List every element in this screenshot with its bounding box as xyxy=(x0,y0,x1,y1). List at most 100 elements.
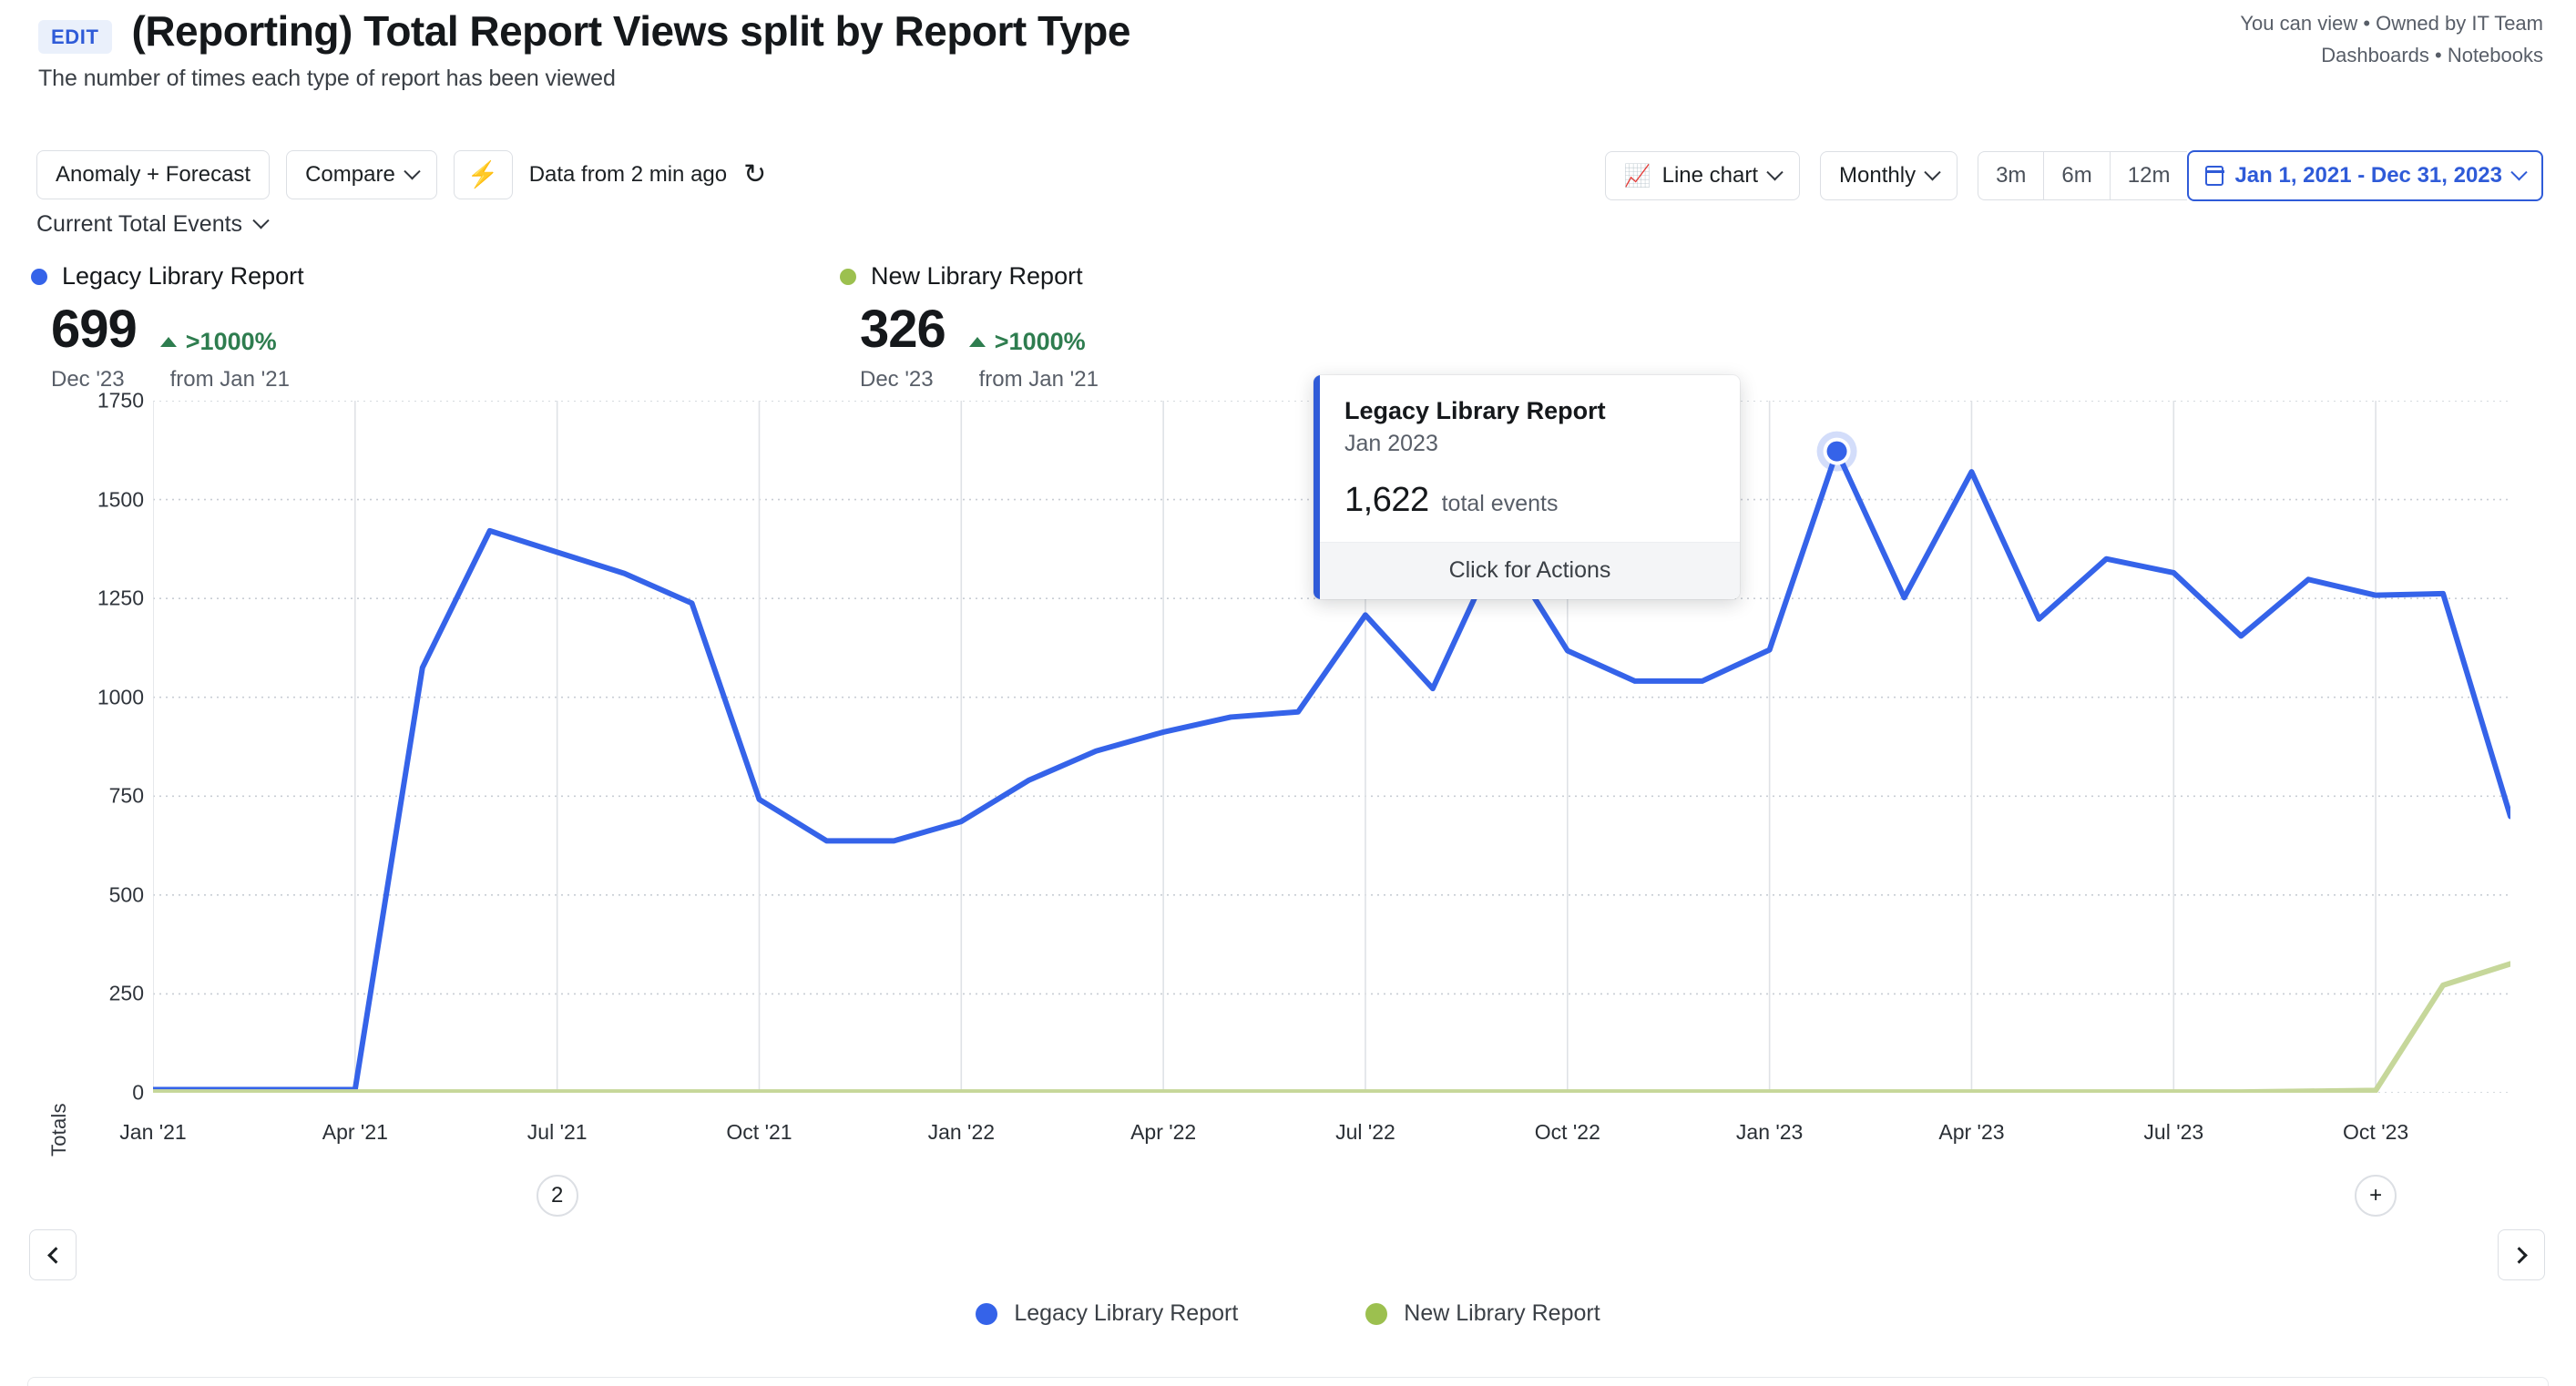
summary-stat-card: Legacy Library Report 699 >1000% Dec '23… xyxy=(31,262,304,392)
summary-stat-value-row: 326 >1000% xyxy=(860,303,1099,356)
data-freshness-text: Data from 2 min ago xyxy=(528,162,728,187)
x-axis-tick-label: Oct '22 xyxy=(1534,1120,1600,1144)
stat-value: 326 xyxy=(860,300,946,359)
summary-stat-value-row: 699 >1000% xyxy=(51,303,304,356)
lightning-bolt-button[interactable]: ⚡ xyxy=(453,150,513,199)
bottom-panel-edge xyxy=(27,1377,2549,1386)
chevron-down-icon xyxy=(2510,163,2528,180)
x-axis-tick-label: Jan '23 xyxy=(1735,1120,1804,1144)
triangle-up-icon xyxy=(968,337,986,347)
x-axis-tick-label: Jul '23 xyxy=(2143,1120,2204,1144)
x-axis-tick-label: Apr '23 xyxy=(1938,1120,2005,1144)
tooltip-value-row: 1,622 total events xyxy=(1344,481,1712,520)
summary-stat-header: Legacy Library Report xyxy=(31,262,304,290)
toolbar-left-group: Anomaly + Forecast Compare ⚡ Data from 2… xyxy=(36,150,766,199)
x-axis-tick-label: Apr '21 xyxy=(322,1120,388,1144)
breadcrumb: Dashboards • Notebooks xyxy=(2321,44,2543,67)
x-axis-ticks: Jan '21 Apr '21 Jul '21 Oct '21 Jan '22 Apr '… xyxy=(0,1120,2576,1157)
line-chart-icon: 📈 xyxy=(1623,163,1651,189)
x-axis-tick-label: Oct '21 xyxy=(726,1120,792,1144)
chart-tooltip[interactable]: Legacy Library Report Jan 2023 1,622 tot… xyxy=(1314,375,1740,599)
tooltip-value: 1,622 xyxy=(1344,481,1429,519)
summary-stat-subtext: Dec '23 from Jan '21 xyxy=(860,367,1099,392)
legend-label: New Library Report xyxy=(1404,1300,1600,1326)
chevron-down-icon xyxy=(1766,163,1784,180)
date-range-label: Jan 1, 2021 - Dec 31, 2023 xyxy=(2234,163,2502,188)
stat-value: 699 xyxy=(51,300,138,359)
anomaly-forecast-label: Anomaly + Forecast xyxy=(56,162,251,187)
range-12m-button[interactable]: 12m xyxy=(2109,151,2188,200)
bolt-icon: ⚡ xyxy=(466,160,499,189)
metric-selector-label: Current Total Events xyxy=(36,211,243,237)
legend-item[interactable]: New Library Report xyxy=(1365,1300,1600,1327)
tooltip-series-name: Legacy Library Report xyxy=(1344,397,1606,424)
stat-delta-from: from Jan '21 xyxy=(978,367,1099,392)
stat-period: Dec '23 xyxy=(860,367,934,392)
chart-type-label: Line chart xyxy=(1661,163,1759,188)
calendar-icon xyxy=(2204,166,2224,186)
series-color-dot xyxy=(840,268,856,285)
y-axis-tick-label: 750 xyxy=(108,783,144,808)
y-axis-tick-label: 0 xyxy=(132,1080,144,1105)
series-name: New Library Report xyxy=(871,262,1083,290)
chevron-right-icon xyxy=(2510,1246,2528,1264)
annotation-marker[interactable]: + xyxy=(2355,1175,2397,1217)
delta-percent: >1000% xyxy=(994,328,1086,355)
refresh-icon[interactable]: ↻ xyxy=(743,161,766,189)
metric-selector-dropdown[interactable]: Current Total Events xyxy=(36,211,270,238)
chart-legend: Legacy Library Report New Library Report xyxy=(0,1300,2576,1327)
stat-delta: >1000% xyxy=(968,328,1086,356)
granularity-dropdown[interactable]: Monthly xyxy=(1820,151,1958,200)
toolbar-right-group: 📈 Line chart Monthly 3m 6m 12m Jan 1, 20… xyxy=(1604,150,2543,201)
range-segmented-control: 3m 6m 12m Jan 1, 2021 - Dec 31, 2023 xyxy=(1978,150,2543,201)
series-color-dot xyxy=(31,268,47,285)
stat-delta-from: from Jan '21 xyxy=(169,367,290,392)
annotation-marker[interactable]: 2 xyxy=(536,1175,578,1217)
compare-dropdown[interactable]: Compare xyxy=(286,150,437,199)
delta-percent: >1000% xyxy=(185,328,277,355)
y-axis-tick-label: 1500 xyxy=(97,487,144,512)
header-meta: You can view • Owned by IT Team Dashboar… xyxy=(2240,7,2543,71)
tooltip-unit: total events xyxy=(1441,491,1559,516)
chart-type-dropdown[interactable]: 📈 Line chart xyxy=(1604,151,1801,200)
tooltip-date: Jan 2023 xyxy=(1344,431,1438,456)
page-subtitle: The number of times each type of report … xyxy=(38,66,616,91)
page-title: (Reporting) Total Report Views split by … xyxy=(131,7,1131,55)
legend-color-dot xyxy=(1365,1302,1388,1325)
tooltip-action-button[interactable]: Click for Actions xyxy=(1320,542,1740,599)
x-axis-tick-label: Apr '22 xyxy=(1130,1120,1197,1144)
anomaly-forecast-button[interactable]: Anomaly + Forecast xyxy=(36,150,271,199)
compare-label: Compare xyxy=(305,162,395,187)
previous-page-button[interactable] xyxy=(29,1229,77,1280)
summary-stat-subtext: Dec '23 from Jan '21 xyxy=(51,367,304,392)
x-axis-tick-label: Jul '21 xyxy=(526,1120,588,1144)
range-3m-button[interactable]: 3m xyxy=(1978,151,2044,200)
chevron-down-icon xyxy=(1924,163,1941,180)
summary-stat-header: New Library Report xyxy=(840,262,1099,290)
summary-stat-card: New Library Report 326 >1000% Dec '23 fr… xyxy=(840,262,1099,392)
triangle-up-icon xyxy=(159,337,177,347)
x-axis-tick-label: Oct '23 xyxy=(2343,1120,2409,1144)
date-range-picker[interactable]: Jan 1, 2021 - Dec 31, 2023 xyxy=(2187,150,2543,201)
next-page-button[interactable] xyxy=(2498,1229,2545,1280)
chart-area: Totals 0 250 500 750 1000 1250 1500 1750 Jan '2… xyxy=(0,389,2576,1157)
y-axis-tick-label: 1250 xyxy=(97,586,144,610)
legend-color-dot xyxy=(976,1302,998,1325)
chart-toolbar: Anomaly + Forecast Compare ⚡ Data from 2… xyxy=(0,150,2576,207)
page-header: EDIT (Reporting) Total Report Views spli… xyxy=(0,0,2576,109)
y-axis-tick-label: 1750 xyxy=(97,388,144,413)
stat-delta: >1000% xyxy=(159,328,277,356)
permission-text: You can view • Owned by IT Team xyxy=(2240,12,2543,35)
y-axis-tick-label: 500 xyxy=(108,882,144,907)
legend-item[interactable]: Legacy Library Report xyxy=(976,1300,1238,1327)
y-axis-tick-label: 1000 xyxy=(97,685,144,709)
chevron-down-icon xyxy=(252,212,270,229)
edit-button[interactable]: EDIT xyxy=(38,20,112,54)
series-name: Legacy Library Report xyxy=(62,262,304,290)
header-left: EDIT (Reporting) Total Report Views spli… xyxy=(38,7,1130,56)
tooltip-body: Legacy Library Report Jan 2023 1,622 tot… xyxy=(1314,375,1740,542)
x-axis-tick-label: Jan '22 xyxy=(927,1120,996,1144)
y-axis-ticks: 0 250 500 750 1000 1250 1500 1750 xyxy=(71,389,144,1105)
range-6m-button[interactable]: 6m xyxy=(2043,151,2110,200)
x-axis-tick-label: Jan '21 xyxy=(119,1120,187,1144)
